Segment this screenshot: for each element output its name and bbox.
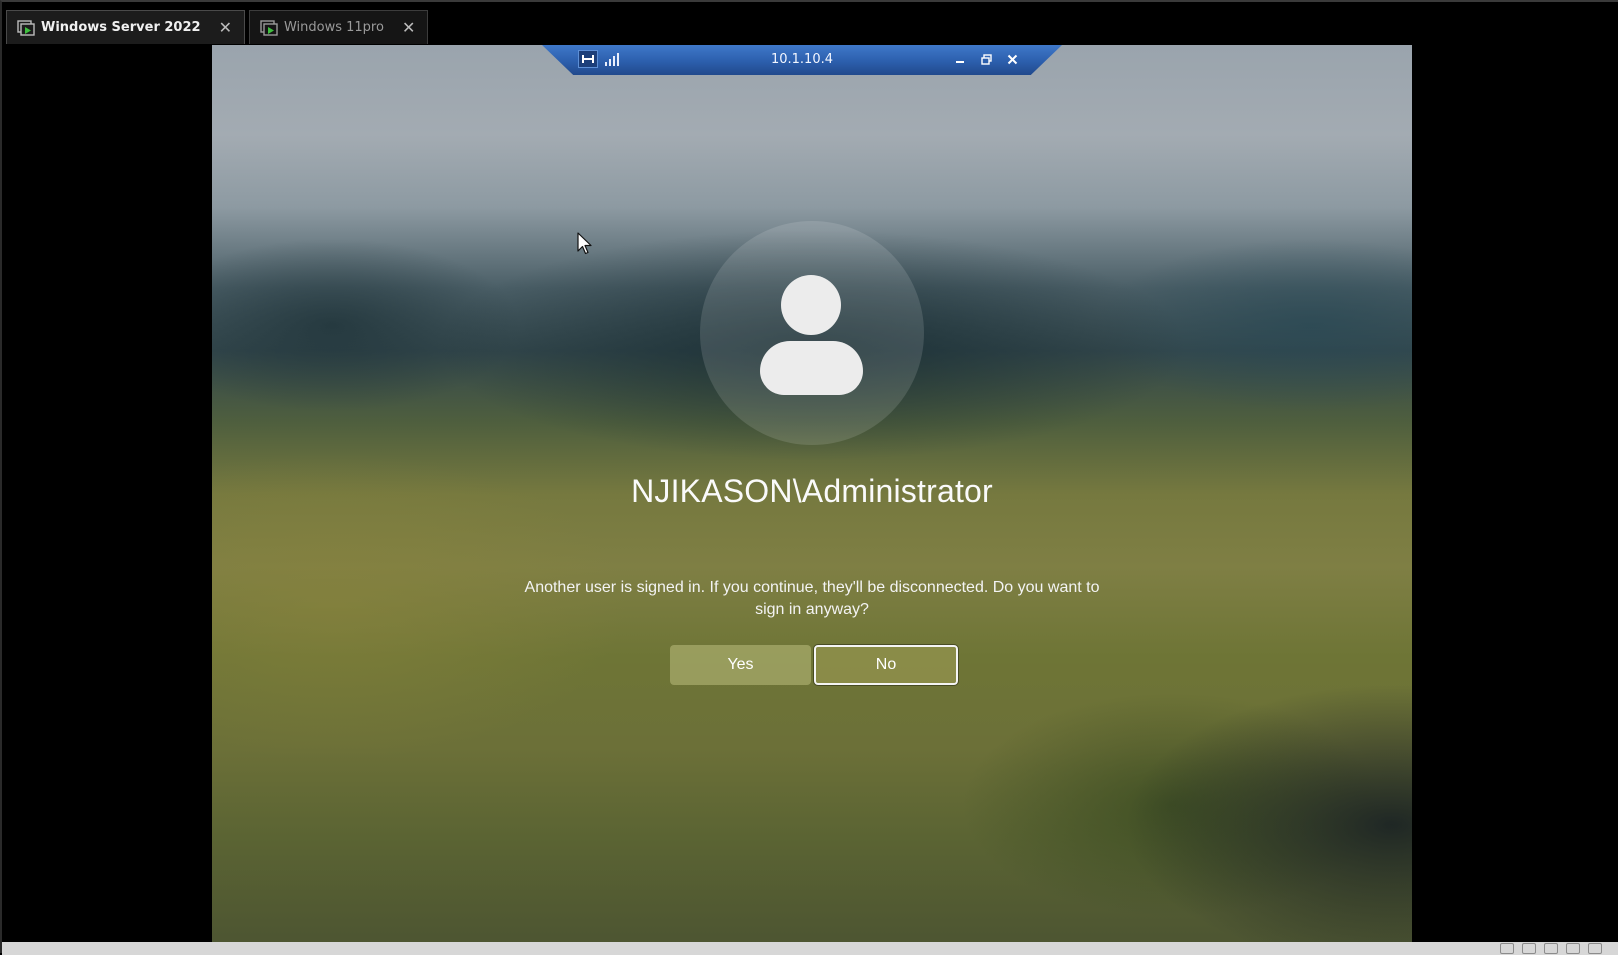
- device-icon[interactable]: [1522, 943, 1536, 954]
- rdp-connection-bar: 10.1.10.4: [542, 45, 1062, 75]
- device-icon[interactable]: [1566, 943, 1580, 954]
- yes-button[interactable]: Yes: [670, 645, 811, 685]
- tab-windows-11pro[interactable]: Windows 11pro ✕: [248, 10, 429, 44]
- vm-client-window: Windows Server 2022 ✕ Windows 11pro ✕ 10…: [0, 0, 1618, 955]
- restore-icon[interactable]: [976, 49, 996, 69]
- device-icon[interactable]: [1544, 943, 1558, 954]
- mouse-cursor-icon: [577, 232, 593, 256]
- minimize-icon[interactable]: [950, 49, 970, 69]
- vm-tab-strip: Windows Server 2022 ✕ Windows 11pro ✕: [6, 10, 429, 44]
- status-bar: [2, 942, 1618, 955]
- close-icon[interactable]: [1002, 49, 1022, 69]
- vm-icon: [17, 19, 35, 37]
- no-button[interactable]: No: [813, 644, 959, 686]
- device-icon[interactable]: [1588, 943, 1602, 954]
- vm-icon: [260, 19, 278, 37]
- status-icons: [1500, 942, 1602, 955]
- close-icon[interactable]: ✕: [402, 19, 415, 36]
- tab-windows-server-2022[interactable]: Windows Server 2022 ✕: [6, 10, 245, 44]
- account-username: NJIKASON\Administrator: [631, 473, 993, 509]
- device-icon[interactable]: [1500, 943, 1514, 954]
- close-icon[interactable]: ✕: [219, 19, 232, 36]
- tab-label: Windows Server 2022: [41, 20, 201, 35]
- avatar-body: [760, 341, 863, 395]
- user-avatar-icon: [700, 221, 924, 445]
- tab-label: Windows 11pro: [283, 20, 384, 35]
- remote-desktop-screen[interactable]: 10.1.10.4 NJIKASON\Administrator Another…: [212, 45, 1412, 945]
- signin-warning-message: Another user is signed in. If you contin…: [524, 579, 1100, 618]
- avatar-head: [781, 275, 841, 335]
